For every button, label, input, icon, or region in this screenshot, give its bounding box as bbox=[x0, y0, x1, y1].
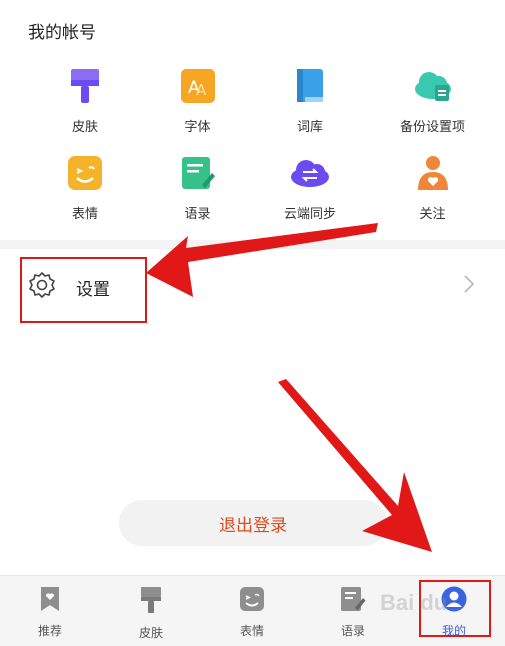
chevron-right-icon bbox=[463, 274, 475, 299]
paint-brush-icon bbox=[63, 64, 107, 108]
paint-brush-icon bbox=[139, 586, 163, 619]
emoji-icon bbox=[63, 151, 107, 195]
tab-recommend[interactable]: 推荐 bbox=[20, 586, 80, 639]
grid-label: 表情 bbox=[71, 206, 98, 221]
settings-label: 设置 bbox=[76, 280, 110, 299]
grid-item-cloud-sync[interactable]: 云端同步 bbox=[265, 151, 355, 222]
grid-label: 云端同步 bbox=[283, 206, 336, 221]
watermark-logo: Bai du bbox=[380, 590, 448, 615]
tab-label: 语录 bbox=[340, 624, 365, 638]
grid-label: 语录 bbox=[184, 206, 211, 221]
emoji-icon bbox=[239, 586, 265, 617]
grid-item-skin[interactable]: 皮肤 bbox=[40, 64, 130, 135]
feature-grid: 皮肤 A A 字体 词库 备份设置项 表情 语录 云端同步 关注 bbox=[40, 64, 490, 222]
svg-text:A: A bbox=[196, 81, 207, 99]
grid-item-emoji[interactable]: 表情 bbox=[40, 151, 130, 222]
grid-item-quotes[interactable]: 语录 bbox=[153, 151, 243, 222]
tab-skin[interactable]: 皮肤 bbox=[121, 586, 181, 641]
tab-label: 皮肤 bbox=[138, 626, 163, 640]
grid-item-dictionary[interactable]: 词库 bbox=[265, 64, 355, 135]
logout-button[interactable]: 退出登录 bbox=[119, 500, 387, 546]
settings-row[interactable]: 设置 bbox=[0, 251, 505, 317]
gear-icon bbox=[28, 271, 56, 304]
grid-label: 字体 bbox=[184, 119, 211, 134]
account-title: 我的帐号 bbox=[28, 23, 96, 42]
note-edit-icon bbox=[340, 586, 366, 617]
grid-item-font[interactable]: A A 字体 bbox=[153, 64, 243, 135]
grid-label: 关注 bbox=[419, 206, 446, 221]
note-edit-icon bbox=[176, 151, 220, 195]
grid-label: 备份设置项 bbox=[399, 119, 465, 134]
grid-item-follow[interactable]: 关注 bbox=[388, 151, 478, 222]
section-divider bbox=[0, 240, 505, 249]
follow-person-icon bbox=[411, 151, 455, 195]
cloud-backup-icon bbox=[411, 64, 455, 108]
tab-label: 推荐 bbox=[37, 624, 62, 638]
grid-label: 词库 bbox=[296, 119, 323, 134]
book-icon bbox=[288, 64, 332, 108]
tab-emoji[interactable]: 表情 bbox=[222, 586, 282, 639]
grid-label: 皮肤 bbox=[71, 119, 98, 134]
tab-quotes[interactable]: 语录 bbox=[323, 586, 383, 639]
tab-label: 我的 bbox=[441, 624, 466, 638]
grid-item-backup[interactable]: 备份设置项 bbox=[388, 64, 478, 135]
tab-label: 表情 bbox=[239, 624, 264, 638]
font-icon: A A bbox=[176, 64, 220, 108]
cloud-sync-icon bbox=[288, 151, 332, 195]
bookmark-heart-icon bbox=[38, 586, 62, 617]
